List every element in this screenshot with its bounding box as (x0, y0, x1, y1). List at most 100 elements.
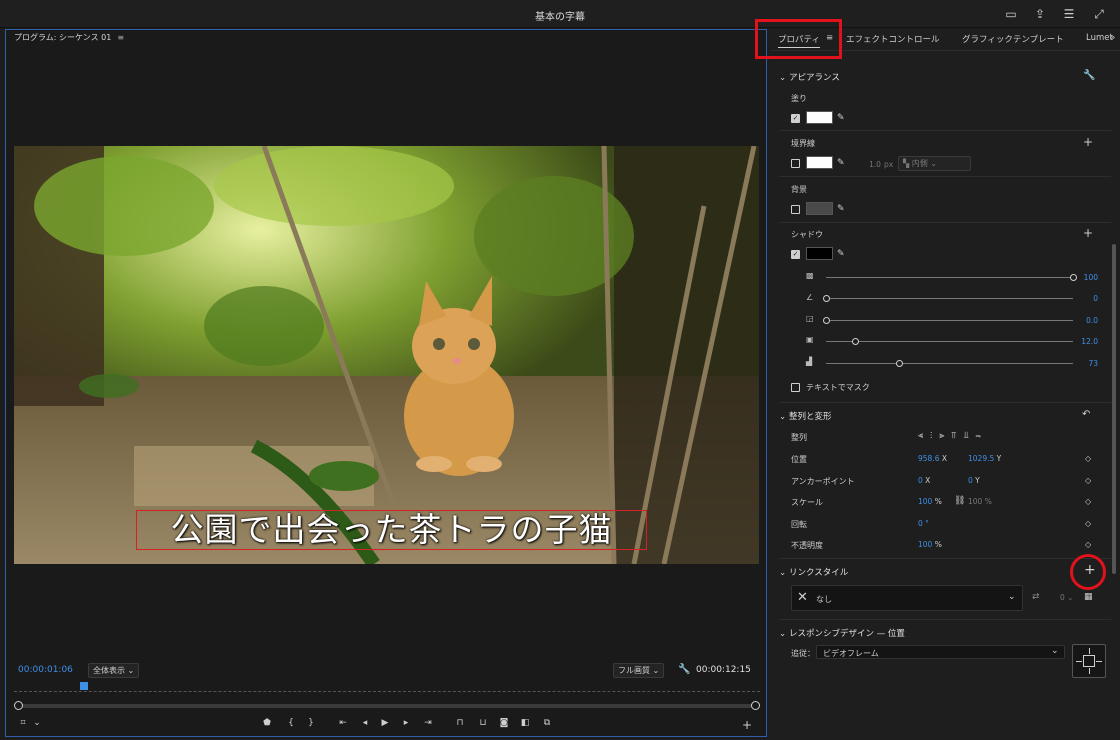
anchor-y[interactable]: 0 Y (968, 476, 980, 485)
scale-field[interactable]: 100 % (918, 497, 942, 506)
follow-dropdown[interactable]: ビデオフレーム ⌄ (816, 645, 1065, 659)
tab-lumetri[interactable]: Lumet (1086, 33, 1113, 43)
anchor-x[interactable]: 0 X (918, 476, 930, 485)
opacity-keyframe-icon[interactable]: ◇ (1085, 540, 1091, 549)
panel-scrollbar[interactable] (1112, 244, 1116, 574)
shadow-size-slider[interactable] (826, 338, 1073, 345)
go-to-in-icon[interactable]: ⇤ (336, 718, 350, 728)
tab-graphic-templates[interactable]: グラフィックテンプレート (962, 33, 1064, 45)
step-back-icon[interactable]: ◂ (358, 718, 372, 728)
shadow-angle-slider[interactable] (823, 295, 1073, 302)
mark-out-icon[interactable]: } (304, 718, 318, 728)
zoom-dropdown[interactable]: 全体表示 ⌄ (88, 663, 140, 678)
position-x[interactable]: 958.6 X (918, 454, 947, 463)
export-frame-icon[interactable]: ◙ (497, 718, 511, 728)
subtitle-caption[interactable]: 公園で出会った茶トラの子猫 (136, 510, 647, 550)
workspaces-icon[interactable]: ☰ (1061, 6, 1077, 22)
link-chain-icon[interactable]: ⛓ (954, 496, 965, 506)
position-y[interactable]: 1029.5 Y (968, 454, 1001, 463)
background-color-swatch[interactable] (806, 202, 833, 215)
rotation-value[interactable]: 0 ° (918, 519, 929, 528)
rotation-keyframe-icon[interactable]: ◇ (1085, 519, 1091, 528)
scale-keyframe-icon[interactable]: ◇ (1085, 497, 1091, 506)
tab-overflow-icon[interactable]: » (1110, 33, 1115, 43)
mark-in-icon[interactable]: { (284, 718, 298, 728)
video-frame[interactable]: 公園で出会った茶トラの子猫 (14, 146, 759, 564)
slider-handle[interactable] (852, 338, 859, 345)
panel-layout-icon[interactable]: ▭ (1003, 6, 1019, 22)
proxy-toggle-icon[interactable]: ⧉ (540, 718, 554, 728)
share-icon[interactable]: ⇪ (1032, 6, 1048, 22)
fill-color-swatch[interactable] (806, 111, 833, 124)
zoom-scrollbar[interactable] (14, 701, 760, 710)
text-mask-checkbox[interactable] (791, 383, 800, 392)
playhead[interactable] (80, 682, 88, 690)
step-forward-icon[interactable]: ▸ (399, 718, 413, 728)
transform-header[interactable]: ⌄ 整列と変形 (779, 410, 832, 422)
quality-dropdown[interactable]: フル画質 ⌄ (613, 663, 665, 678)
play-icon[interactable]: ▶ (378, 718, 392, 728)
shadow-distance-slider[interactable] (823, 317, 1073, 324)
linked-style-header[interactable]: ⌄ リンクスタイル (779, 566, 848, 578)
style-dropdown[interactable]: ✕ なし ⌄ (791, 585, 1023, 611)
align-buttons[interactable]: ⫷⫶⫸⫪⫫⫬ (918, 431, 988, 441)
pin-top[interactable] (1089, 648, 1090, 654)
appearance-header[interactable]: ⌄ アピアランス (779, 71, 840, 83)
extract-icon[interactable]: ⊔ (476, 718, 490, 728)
lift-icon[interactable]: ⊓ (453, 718, 467, 728)
add-marker-icon[interactable]: ⬟ (260, 718, 274, 728)
stroke-checkbox[interactable] (791, 159, 800, 168)
stroke-width-value[interactable]: 1.0 (869, 160, 881, 169)
pin-bottom[interactable] (1089, 668, 1090, 674)
shadow-eyedropper-icon[interactable]: ✎ (837, 249, 845, 259)
pin-left[interactable] (1076, 661, 1082, 662)
add-stroke-icon[interactable]: + (1083, 135, 1093, 149)
stroke-position-dropdown[interactable]: ▚ 内側 ⌄ (898, 156, 971, 171)
comparison-view-icon[interactable]: ◧ (518, 718, 532, 728)
style-count[interactable]: 0 ⌄ (1060, 593, 1073, 602)
button-editor-plus-icon[interactable]: + (740, 718, 754, 732)
shadow-size-value[interactable]: 12.0 (1074, 337, 1098, 346)
shadow-blur-value[interactable]: 73 (1074, 359, 1098, 368)
fill-checkbox[interactable]: ✓ (791, 114, 800, 123)
position-keyframe-icon[interactable]: ◇ (1085, 454, 1091, 463)
background-checkbox[interactable] (791, 205, 800, 214)
wrench-settings-icon[interactable]: 🔧 (1083, 70, 1095, 81)
pin-center-box[interactable] (1083, 655, 1095, 667)
background-eyedropper-icon[interactable]: ✎ (837, 204, 845, 214)
shadow-opacity-slider[interactable] (826, 274, 1077, 281)
settings-chevron-icon[interactable]: ⌄ (30, 718, 44, 728)
shadow-checkbox[interactable]: ✓ (791, 250, 800, 259)
scroll-start-handle[interactable] (14, 701, 23, 710)
slider-handle[interactable] (896, 360, 903, 367)
fill-eyedropper-icon[interactable]: ✎ (837, 113, 845, 123)
opacity-field[interactable]: 100 % (918, 540, 942, 549)
anchor-keyframe-icon[interactable]: ◇ (1085, 476, 1091, 485)
add-shadow-icon[interactable]: + (1083, 226, 1093, 240)
monitor-menu-icon[interactable]: ≡ (117, 33, 124, 42)
slider-handle[interactable] (823, 317, 830, 324)
reset-icon[interactable]: ↶ (1082, 409, 1090, 420)
shadow-angle-value[interactable]: 0 (1074, 294, 1098, 303)
wrench-icon[interactable]: 🔧 (678, 664, 690, 675)
fullscreen-icon[interactable]: ⤢ (1091, 6, 1107, 22)
shadow-blur-slider[interactable] (826, 360, 1073, 367)
sync-style-icon[interactable]: ⇄ (1032, 592, 1040, 602)
tab-effect-controls[interactable]: エフェクトコントロール (846, 33, 940, 45)
pin-right[interactable] (1096, 661, 1102, 662)
monitor-title[interactable]: プログラム: シーケンス 01 (14, 33, 111, 42)
time-ruler[interactable] (14, 682, 760, 692)
shadow-distance-value[interactable]: 0.0 (1074, 316, 1098, 325)
current-timecode[interactable]: 00:00:01:06 (18, 665, 73, 675)
slider-handle[interactable] (823, 295, 830, 302)
responsive-header[interactable]: ⌄ レスポンシブデザイン — 位置 (779, 627, 905, 639)
stroke-eyedropper-icon[interactable]: ✎ (837, 158, 845, 168)
shadow-opacity-value[interactable]: 100 (1074, 273, 1098, 282)
go-to-out-icon[interactable]: ⇥ (421, 718, 435, 728)
stroke-color-swatch[interactable] (806, 156, 833, 169)
pin-to-edges-widget[interactable] (1072, 644, 1106, 678)
shadow-color-swatch[interactable] (806, 247, 833, 260)
scroll-end-handle[interactable] (751, 701, 760, 710)
safe-margins-icon[interactable]: ⌗ (16, 718, 30, 728)
style-grid-icon[interactable]: ▦ (1084, 592, 1093, 602)
